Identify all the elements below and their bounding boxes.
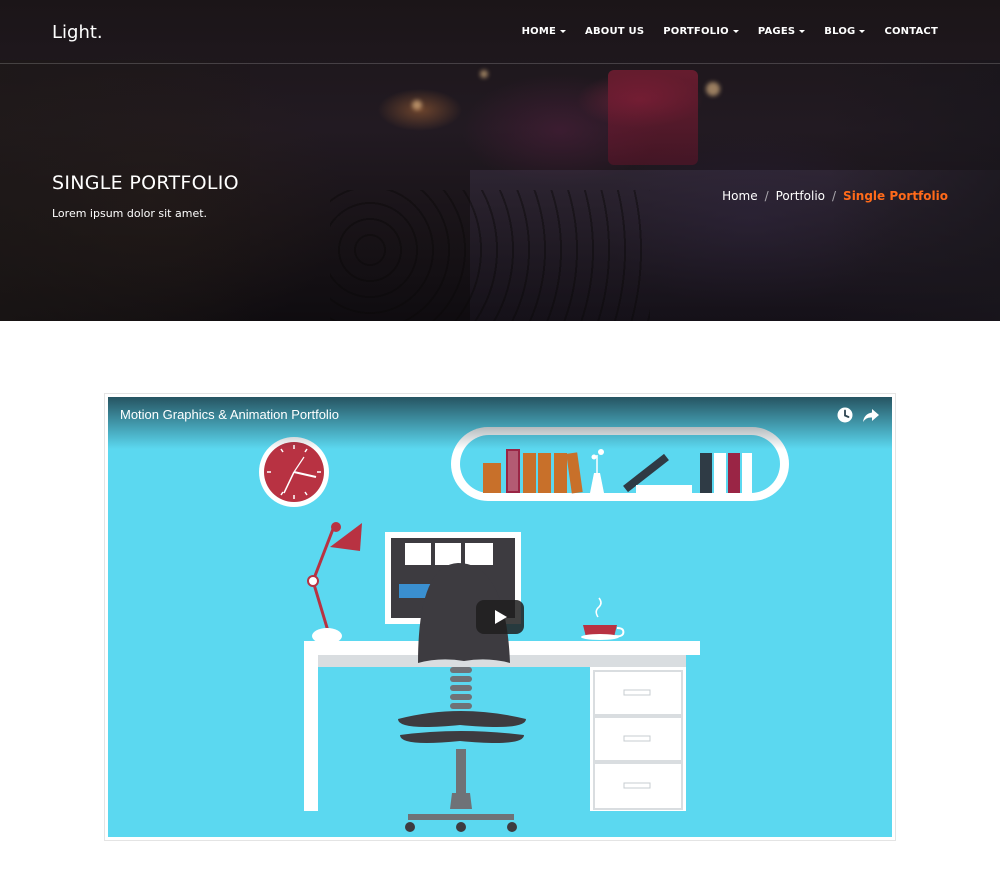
caret-down-icon	[560, 30, 567, 33]
caret-down-icon	[859, 30, 866, 33]
play-icon	[495, 610, 507, 624]
street-light	[412, 100, 422, 110]
page-title: SINGLE PORTFOLIO	[52, 172, 239, 194]
nav-label: PORTFOLIO	[663, 26, 729, 37]
hero-background-bikes	[330, 190, 650, 321]
breadcrumb-separator: /	[832, 189, 837, 203]
nav-label: BLOG	[824, 26, 856, 37]
street-light	[706, 82, 720, 96]
video-embed-frame: Motion Graphics & Animation Portfolio	[104, 393, 896, 841]
navbar: Light. HOME ABOUT US PORTFOLIO PAGES BLO…	[0, 0, 1000, 64]
play-button[interactable]	[476, 600, 524, 634]
nav-item-blog[interactable]: BLOG	[824, 26, 866, 37]
nav-item-portfolio[interactable]: PORTFOLIO	[663, 26, 739, 37]
nav-item-home[interactable]: HOME	[521, 26, 567, 37]
breadcrumb: Home / Portfolio / Single Portfolio	[722, 189, 948, 203]
coffee-cup-icon	[581, 597, 625, 640]
breadcrumb-home[interactable]: Home	[722, 189, 757, 203]
breadcrumb-portfolio[interactable]: Portfolio	[776, 189, 825, 203]
caret-down-icon	[799, 30, 806, 33]
brand-logo[interactable]: Light.	[52, 22, 103, 43]
watch-later-icon[interactable]	[836, 406, 854, 424]
nav-label: PAGES	[757, 26, 796, 37]
breadcrumb-current: Single Portfolio	[843, 189, 948, 203]
nav-item-pages[interactable]: PAGES	[757, 26, 806, 37]
video-player[interactable]: Motion Graphics & Animation Portfolio	[108, 397, 892, 837]
nav-label: CONTACT	[884, 26, 938, 37]
video-title[interactable]: Motion Graphics & Animation Portfolio	[120, 407, 339, 422]
page-hero: Light. HOME ABOUT US PORTFOLIO PAGES BLO…	[0, 0, 1000, 321]
hero-background-bus	[608, 70, 698, 165]
video-top-bar	[108, 397, 892, 449]
desk-lamp-icon	[307, 522, 362, 644]
street-light	[480, 70, 488, 78]
caret-down-icon	[732, 30, 739, 33]
main-nav: HOME ABOUT US PORTFOLIO PAGES BLOG CONTA…	[503, 26, 938, 37]
share-icon[interactable]	[862, 406, 880, 424]
nav-label: ABOUT US	[585, 26, 645, 37]
nav-label: HOME	[521, 26, 557, 37]
nav-item-contact[interactable]: CONTACT	[884, 26, 938, 37]
page-subtitle: Lorem ipsum dolor sit amet.	[52, 207, 208, 220]
nav-item-about[interactable]: ABOUT US	[585, 26, 644, 37]
breadcrumb-separator: /	[764, 189, 769, 203]
